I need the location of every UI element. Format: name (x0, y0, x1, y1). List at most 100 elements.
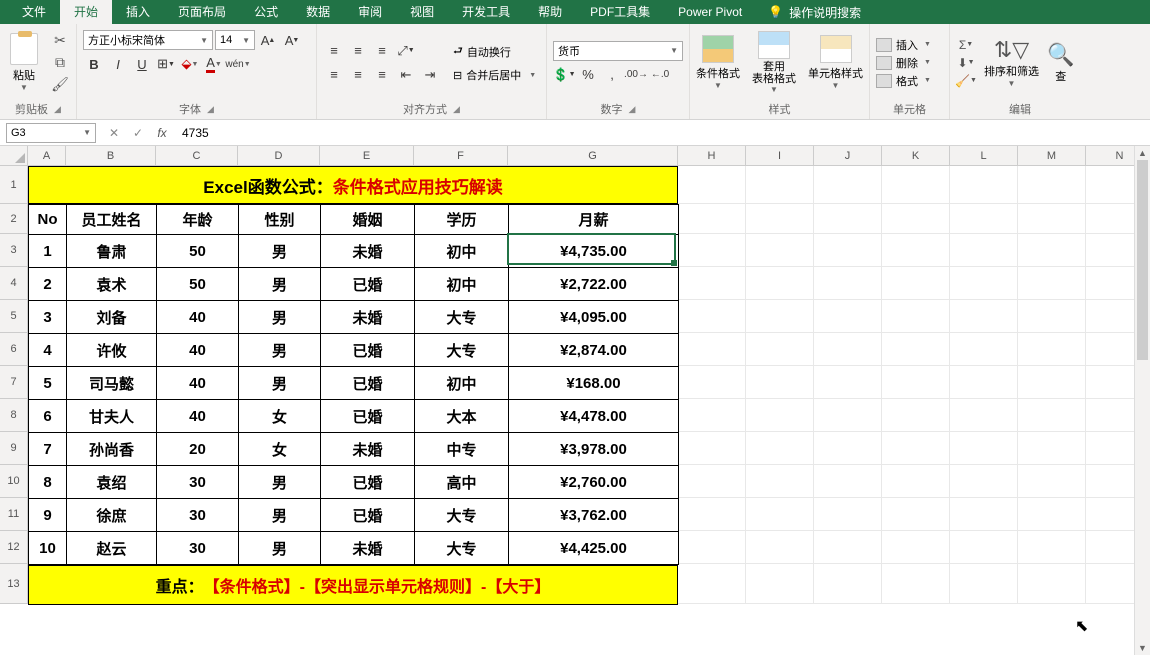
merge-center-button[interactable]: ⊟合并后居中▼ (453, 67, 536, 83)
align-middle-button[interactable]: ≡ (347, 41, 369, 61)
border-button[interactable]: ⊞▼ (155, 54, 177, 74)
cell-name-1[interactable]: 鲁肃 (67, 235, 157, 268)
header-年龄[interactable]: 年龄 (157, 205, 239, 235)
col-header-D[interactable]: D (238, 146, 320, 166)
tell-me-search[interactable]: 💡 操作说明搜索 (768, 4, 861, 21)
cell-name-9[interactable]: 徐庶 (67, 499, 157, 532)
cell-no-9[interactable]: 9 (29, 499, 67, 532)
col-header-L[interactable]: L (950, 146, 1018, 166)
cell-age-7[interactable]: 20 (157, 433, 239, 466)
cell-no-2[interactable]: 2 (29, 268, 67, 301)
increase-font-button[interactable]: A▲ (257, 30, 279, 50)
cell-age-8[interactable]: 30 (157, 466, 239, 499)
cell-sex-7[interactable]: 女 (239, 433, 321, 466)
increase-decimal-button[interactable]: .00→ (625, 65, 647, 85)
row-header-7[interactable]: 7 (0, 366, 28, 399)
cell-salary-8[interactable]: ¥2,760.00 (509, 466, 679, 499)
cell-edu-2[interactable]: 初中 (415, 268, 509, 301)
title-cell[interactable]: Excel函数公式：条件格式应用技巧解读 (28, 166, 678, 204)
cell-age-3[interactable]: 40 (157, 301, 239, 334)
cell-marry-1[interactable]: 未婚 (321, 235, 415, 268)
cell-sex-2[interactable]: 男 (239, 268, 321, 301)
alignment-launcher-icon[interactable]: ◢ (453, 104, 460, 115)
scrollbar-thumb[interactable] (1137, 160, 1148, 360)
col-header-I[interactable]: I (746, 146, 814, 166)
bold-button[interactable]: B (83, 54, 105, 74)
paste-button[interactable]: 粘贴 ▼ (6, 33, 42, 92)
accept-formula-button[interactable]: ✓ (126, 123, 150, 143)
italic-button[interactable]: I (107, 54, 129, 74)
underline-button[interactable]: U (131, 54, 153, 74)
tab-插入[interactable]: 插入 (112, 0, 164, 24)
decrease-font-button[interactable]: A▼ (281, 30, 303, 50)
cell-edu-4[interactable]: 大专 (415, 334, 509, 367)
delete-cells-button[interactable]: 删除▼ (876, 55, 931, 71)
cell-marry-10[interactable]: 未婚 (321, 532, 415, 565)
cell-edu-7[interactable]: 中专 (415, 433, 509, 466)
cell-no-7[interactable]: 7 (29, 433, 67, 466)
cell-sex-3[interactable]: 男 (239, 301, 321, 334)
cell-age-1[interactable]: 50 (157, 235, 239, 268)
row-header-8[interactable]: 8 (0, 399, 28, 432)
cell-sex-4[interactable]: 男 (239, 334, 321, 367)
increase-indent-button[interactable]: ⇥ (419, 65, 441, 85)
row-header-1[interactable]: 1 (0, 166, 28, 204)
tab-数据[interactable]: 数据 (292, 0, 344, 24)
font-launcher-icon[interactable]: ◢ (207, 104, 214, 115)
col-header-C[interactable]: C (156, 146, 238, 166)
row-header-2[interactable]: 2 (0, 204, 28, 234)
cell-name-6[interactable]: 甘夫人 (67, 400, 157, 433)
row-header-9[interactable]: 9 (0, 432, 28, 465)
cell-edu-6[interactable]: 大本 (415, 400, 509, 433)
spreadsheet-grid[interactable]: ABCDEFGHIJKLMN 12345678910111213 Excel函数… (0, 146, 1150, 655)
col-header-F[interactable]: F (414, 146, 508, 166)
number-launcher-icon[interactable]: ◢ (629, 104, 636, 115)
cell-no-6[interactable]: 6 (29, 400, 67, 433)
find-select-button[interactable]: 🔍 查 (1047, 42, 1074, 84)
header-No[interactable]: No (29, 205, 67, 235)
cell-name-4[interactable]: 许攸 (67, 334, 157, 367)
cell-styles-button[interactable]: 单元格样式 ▼ (808, 35, 863, 90)
cell-edu-10[interactable]: 大专 (415, 532, 509, 565)
tab-文件[interactable]: 文件 (8, 0, 60, 24)
cell-salary-6[interactable]: ¥4,478.00 (509, 400, 679, 433)
cell-salary-1[interactable]: ¥4,735.00 (509, 235, 679, 268)
cell-salary-3[interactable]: ¥4,095.00 (509, 301, 679, 334)
font-size-combo[interactable]: 14▼ (215, 30, 255, 50)
tab-Power Pivot[interactable]: Power Pivot (664, 0, 756, 24)
col-header-M[interactable]: M (1018, 146, 1086, 166)
tab-开始[interactable]: 开始 (60, 0, 112, 24)
row-header-6[interactable]: 6 (0, 333, 28, 366)
tab-审阅[interactable]: 审阅 (344, 0, 396, 24)
cell-sex-6[interactable]: 女 (239, 400, 321, 433)
row-header-12[interactable]: 12 (0, 531, 28, 564)
align-center-button[interactable]: ≡ (347, 65, 369, 85)
cell-age-6[interactable]: 40 (157, 400, 239, 433)
cell-salary-9[interactable]: ¥3,762.00 (509, 499, 679, 532)
cell-marry-2[interactable]: 已婚 (321, 268, 415, 301)
cancel-formula-button[interactable]: ✕ (102, 123, 126, 143)
cell-name-5[interactable]: 司马懿 (67, 367, 157, 400)
header-性别[interactable]: 性别 (239, 205, 321, 235)
orientation-button[interactable]: ⤢▼ (395, 41, 417, 61)
cell-salary-5[interactable]: ¥168.00 (509, 367, 679, 400)
cell-name-10[interactable]: 赵云 (67, 532, 157, 565)
scroll-down-icon[interactable]: ▼ (1135, 641, 1150, 655)
copy-button[interactable]: ⧉ (50, 53, 70, 73)
cell-edu-5[interactable]: 初中 (415, 367, 509, 400)
cell-marry-8[interactable]: 已婚 (321, 466, 415, 499)
cell-edu-1[interactable]: 初中 (415, 235, 509, 268)
header-婚姻[interactable]: 婚姻 (321, 205, 415, 235)
cell-marry-5[interactable]: 已婚 (321, 367, 415, 400)
cell-age-4[interactable]: 40 (157, 334, 239, 367)
cell-name-2[interactable]: 袁术 (67, 268, 157, 301)
row-header-13[interactable]: 13 (0, 564, 28, 604)
number-format-combo[interactable]: 货币▼ (553, 41, 683, 61)
col-header-K[interactable]: K (882, 146, 950, 166)
clipboard-launcher-icon[interactable]: ◢ (54, 104, 61, 115)
comma-button[interactable]: , (601, 65, 623, 85)
align-top-button[interactable]: ≡ (323, 41, 345, 61)
cell-edu-9[interactable]: 大专 (415, 499, 509, 532)
decrease-indent-button[interactable]: ⇤ (395, 65, 417, 85)
cell-age-9[interactable]: 30 (157, 499, 239, 532)
